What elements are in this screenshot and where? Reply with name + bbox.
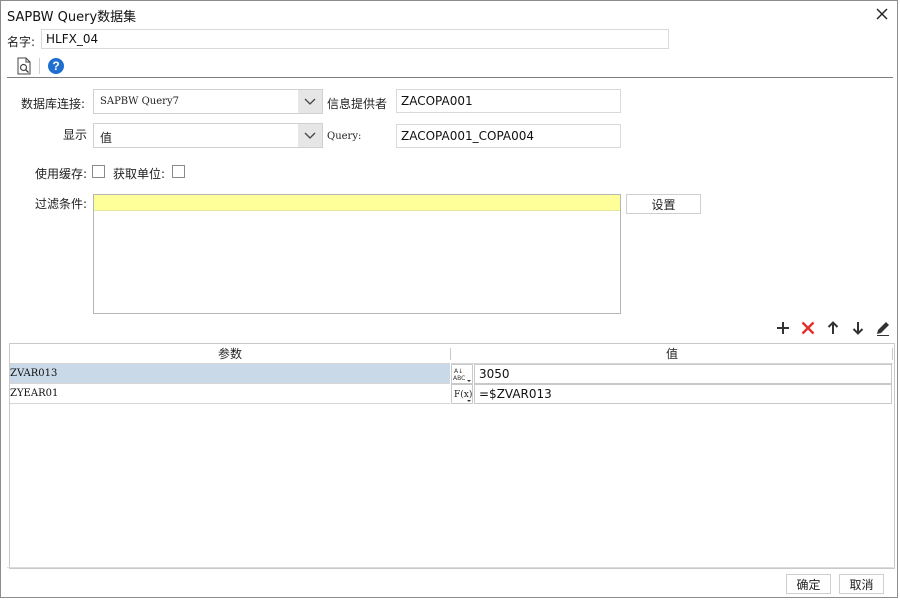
toolbar-separator [39, 58, 40, 74]
param-value-cell[interactable]: =$ZVAR013 [474, 384, 892, 404]
param-name-cell[interactable]: ZVAR013 [10, 364, 450, 384]
edit-icon [877, 322, 889, 336]
close-button[interactable] [871, 3, 893, 25]
preview-icon [17, 57, 31, 75]
filter-label: 过滤条件: [35, 197, 88, 211]
filter-textarea[interactable] [93, 194, 621, 314]
preview-button[interactable] [13, 55, 35, 77]
db-connection-value: SAPBW Query7 [100, 96, 179, 107]
display-select[interactable]: 值 [93, 123, 323, 148]
db-connection-label: 数据库连接: [21, 97, 86, 111]
use-cache-checkbox[interactable] [92, 165, 105, 178]
footer-divider [7, 567, 893, 568]
query-input[interactable]: ZACOPA001_COPA004 [396, 124, 621, 148]
chevron-down-icon [298, 124, 322, 147]
add-icon [777, 322, 789, 334]
param-name-cell[interactable]: ZYEAR01 [10, 384, 450, 404]
settings-button[interactable]: 设置 [626, 194, 701, 214]
params-toolbar [774, 319, 894, 339]
delete-icon [801, 321, 815, 335]
help-button[interactable]: ? [45, 55, 67, 77]
move-up-icon [827, 321, 839, 334]
column-header-param[interactable]: 参数 [10, 344, 450, 364]
svg-text:A↓: A↓ [454, 368, 463, 375]
add-param-button[interactable] [774, 319, 792, 337]
delete-param-button[interactable] [799, 319, 817, 337]
header-divider [7, 77, 893, 78]
formula-type-label: F(x) [454, 389, 472, 400]
get-unit-checkbox[interactable] [172, 165, 185, 178]
info-provider-label: 信息提供者 [327, 97, 388, 111]
table-row[interactable]: ZVAR013 A↓ ABC 3050 [10, 364, 894, 384]
help-icon: ? [48, 58, 64, 74]
filter-current-line [94, 195, 620, 211]
cancel-button[interactable]: 取消 [839, 574, 884, 594]
info-provider-input[interactable]: ZACOPA001 [396, 89, 621, 113]
text-type-icon[interactable]: A↓ ABC [451, 364, 473, 384]
close-icon [876, 8, 888, 20]
get-unit-label: 获取单位: [113, 167, 166, 181]
table-row[interactable]: ZYEAR01 F(x) =$ZVAR013 [10, 384, 894, 404]
param-value-cell[interactable]: 3050 [474, 364, 892, 384]
ok-button[interactable]: 确定 [786, 574, 831, 594]
window-title: SAPBW Query数据集 [7, 10, 137, 25]
column-header-value[interactable]: 值 [451, 344, 893, 364]
title-bar: SAPBW Query数据集 [1, 1, 897, 27]
use-cache-label: 使用缓存: [35, 167, 88, 181]
chevron-down-icon [298, 90, 322, 113]
display-label: 显示 [63, 128, 88, 142]
move-down-button[interactable] [849, 319, 867, 337]
svg-text:?: ? [52, 59, 59, 73]
name-label: 名字: [7, 35, 36, 49]
dialog-window: SAPBW Query数据集 名字: HLFX_04 ? 数据库连接: SAPB… [0, 0, 898, 598]
query-label: Query: [327, 131, 362, 142]
display-value: 值 [100, 131, 113, 145]
db-connection-select[interactable]: SAPBW Query7 [93, 89, 323, 114]
params-table: 参数 值 ZVAR013 A↓ ABC 3050 ZYEAR01 F(x) =$… [9, 343, 895, 569]
name-input[interactable]: HLFX_04 [41, 29, 669, 49]
formula-type-icon[interactable]: F(x) [451, 384, 473, 404]
move-up-button[interactable] [824, 319, 842, 337]
text-type-label: ABC [453, 375, 465, 382]
edit-param-button[interactable] [874, 319, 892, 337]
move-down-icon [852, 322, 864, 335]
column-divider [892, 348, 893, 360]
